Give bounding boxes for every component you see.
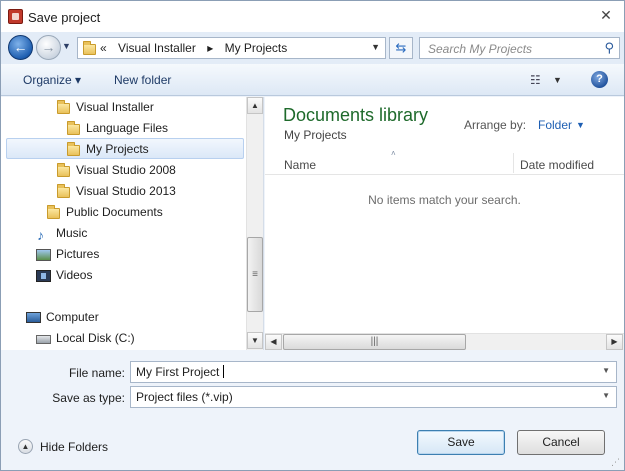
library-title: Documents library	[283, 105, 429, 125]
forward-arrow-icon[interactable]: →	[36, 35, 61, 60]
tree-item-visual-studio-2013[interactable]: Visual Studio 2013	[55, 181, 235, 202]
tree-item-computer[interactable]: Computer	[25, 307, 235, 328]
views-icon[interactable]: ☷	[530, 73, 541, 87]
save-as-type-select[interactable]: Project files (*.vip) ▼	[130, 386, 617, 408]
tree-item-local-disk[interactable]: Local Disk (C:)	[35, 328, 235, 349]
address-dropdown-icon[interactable]: ▼	[371, 42, 380, 52]
file-name-value: My First Project	[136, 365, 220, 379]
tree-item-videos[interactable]: Videos	[35, 265, 235, 286]
save-as-type-label: Save as type:	[52, 391, 125, 405]
save-project-dialog: Save project ✕ ← → ▼ « Visual Installer …	[0, 0, 625, 471]
folder-icon	[65, 121, 81, 136]
pictures-icon	[35, 247, 51, 262]
arrange-by-dropdown[interactable]: Folder	[538, 118, 572, 132]
hide-folders-chevron-icon[interactable]: ▲	[18, 439, 33, 454]
breadcrumb-separator[interactable]: ▸	[207, 41, 213, 55]
address-bar[interactable]: « Visual Installer ▸ My Projects ▼	[77, 37, 386, 59]
navigation-row: ← → ▼ « Visual Installer ▸ My Projects ▼…	[1, 32, 624, 64]
title-bar: Save project ✕	[1, 1, 624, 32]
tree-item-pictures[interactable]: Pictures	[35, 244, 235, 265]
help-icon[interactable]: ?	[591, 71, 608, 88]
new-folder-button[interactable]: New folder	[114, 73, 171, 87]
computer-icon	[25, 310, 41, 325]
arrange-by-label: Arrange by:	[464, 118, 527, 132]
folder-icon	[45, 205, 61, 220]
scroll-down-icon[interactable]: ▼	[247, 332, 263, 349]
library-subtitle: My Projects	[284, 128, 347, 142]
search-icon[interactable]: ⚲	[604, 40, 614, 56]
column-header: Name ˄ Date modified	[265, 149, 624, 175]
content-horizontal-scrollbar[interactable]: ◀ ||| ▶	[265, 333, 624, 350]
tree-item-visual-installer[interactable]: Visual Installer	[55, 97, 235, 118]
command-bar: Organize ▾ New folder ☷ ▼ ?	[1, 64, 624, 96]
text-caret	[223, 365, 225, 378]
music-icon: ♪	[37, 227, 44, 243]
hide-folders-button[interactable]: Hide Folders	[40, 440, 108, 454]
navigation-pane: Visual Installer Language Files My Proje…	[1, 97, 264, 350]
scroll-right-icon[interactable]: ▶	[606, 334, 623, 350]
scroll-left-icon[interactable]: ◀	[265, 334, 282, 350]
back-arrow-icon[interactable]: ←	[8, 35, 33, 60]
cancel-button[interactable]: Cancel	[517, 430, 605, 455]
sort-arrow-icon: ˄	[391, 149, 396, 158]
tree-item-visual-studio-2008[interactable]: Visual Studio 2008	[55, 160, 235, 181]
file-list-pane: Documents library My Projects Arrange by…	[265, 97, 624, 350]
disk-icon	[35, 331, 51, 346]
save-button[interactable]: Save	[417, 430, 505, 455]
breadcrumb-overflow[interactable]: «	[100, 41, 107, 55]
window-title: Save project	[28, 10, 101, 25]
file-name-label: File name:	[68, 366, 125, 380]
views-dropdown-icon[interactable]: ▼	[553, 75, 562, 85]
recent-pages-chevron-icon[interactable]: ▼	[62, 41, 71, 51]
breadcrumb-visual-installer[interactable]: Visual Installer	[118, 41, 196, 55]
videos-icon	[35, 268, 51, 283]
tree-item-public-documents[interactable]: Public Documents	[45, 202, 235, 223]
search-box[interactable]: Search My Projects ⚲	[419, 37, 620, 59]
refresh-icon[interactable]: ⇆	[389, 37, 413, 59]
dialog-footer: ▲ Hide Folders Save Cancel ⋰	[1, 411, 624, 470]
empty-message: No items match your search.	[368, 193, 521, 207]
folder-icon	[65, 142, 81, 157]
folder-icon	[55, 163, 71, 178]
resize-grip-icon[interactable]: ⋰	[611, 457, 621, 467]
breadcrumb-my-projects[interactable]: My Projects	[225, 41, 288, 55]
column-name[interactable]: Name	[284, 158, 316, 172]
close-icon[interactable]: ✕	[598, 7, 614, 23]
save-as-type-dropdown-icon[interactable]: ▼	[602, 391, 610, 400]
tree-item-my-projects[interactable]: My Projects	[6, 138, 244, 159]
tree-item-music[interactable]: ♪ Music	[35, 223, 235, 244]
organize-button[interactable]: Organize ▾	[23, 73, 81, 87]
column-separator[interactable]	[513, 153, 514, 173]
file-fields: File name: My First Project ▼ Save as ty…	[1, 351, 624, 411]
save-as-type-value: Project files (*.vip)	[136, 390, 233, 404]
file-name-input[interactable]: My First Project ▼	[130, 361, 617, 383]
app-icon	[8, 9, 23, 24]
scroll-thumb[interactable]: ≡	[247, 237, 263, 312]
breadcrumb: « Visual Installer ▸ My Projects	[100, 41, 295, 55]
folder-icon	[55, 100, 71, 115]
arrange-by-chevron-icon[interactable]: ▼	[576, 120, 585, 130]
column-date-modified[interactable]: Date modified	[520, 158, 594, 172]
scroll-up-icon[interactable]: ▲	[247, 97, 263, 114]
tree-item-language-files[interactable]: Language Files	[65, 118, 235, 139]
folder-icon	[55, 184, 71, 199]
search-input[interactable]: Search My Projects	[428, 42, 532, 56]
horizontal-scroll-thumb[interactable]: |||	[283, 334, 466, 350]
nav-vertical-scrollbar[interactable]: ▲ ≡ ▼	[246, 97, 263, 350]
file-name-dropdown-icon[interactable]: ▼	[602, 366, 610, 375]
